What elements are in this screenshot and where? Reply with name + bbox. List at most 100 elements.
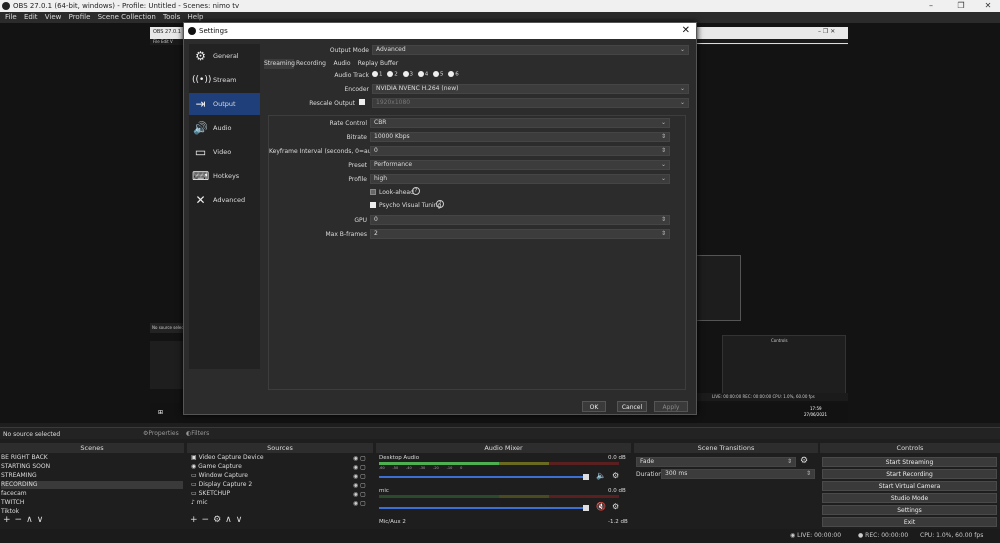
spin-arrows-icon[interactable]: ⇕ [661, 230, 666, 238]
tab-recording[interactable]: Recording [295, 59, 327, 69]
nav-output[interactable]: ⇥ Output [189, 93, 260, 115]
spin-arrows-icon[interactable]: ⇕ [661, 133, 666, 141]
bframes-spinbox[interactable]: 2 ⇕ [370, 229, 670, 239]
move-down-icon[interactable]: ∨ [236, 515, 247, 525]
tab-audio[interactable]: Audio [328, 59, 356, 69]
move-up-icon[interactable]: ∧ [26, 515, 37, 525]
minimize-button[interactable]: – [920, 0, 942, 12]
exit-button[interactable]: Exit [822, 517, 997, 527]
scene-item[interactable]: TWITCH [1, 499, 183, 507]
remove-icon[interactable]: − [202, 515, 214, 525]
scene-item[interactable]: STARTING SOON [1, 463, 183, 471]
spin-arrows-icon[interactable]: ⇕ [661, 147, 666, 155]
tab-replay-buffer[interactable]: Replay Buffer [357, 59, 399, 69]
studio-mode-button[interactable]: Studio Mode [822, 493, 997, 503]
menu-profile[interactable]: Profile [69, 12, 91, 23]
eye-icon[interactable]: ◉ ▢ [353, 499, 371, 508]
apply-button[interactable]: Apply [654, 401, 688, 412]
settings-close-button[interactable]: ✕ [682, 23, 690, 39]
menu-edit[interactable]: Edit [24, 12, 38, 23]
start-virtual-camera-button[interactable]: Start Virtual Camera [822, 481, 997, 491]
add-icon[interactable]: + [190, 515, 202, 525]
menu-view[interactable]: View [45, 12, 62, 23]
gear-icon[interactable]: ⚙ [213, 515, 225, 525]
nested-menu: File Edit V [153, 39, 173, 44]
keyframe-spinbox[interactable]: 0 ⇕ [370, 146, 670, 156]
spin-arrows-icon[interactable]: ⇕ [661, 216, 666, 224]
eye-icon[interactable]: ◉ ▢ [353, 490, 371, 499]
profile-dropdown[interactable]: high ⌄ [370, 174, 670, 184]
close-button[interactable]: ✕ [977, 0, 999, 12]
speaker-icon[interactable]: 🔈 [596, 471, 606, 480]
settings-button[interactable]: Settings [822, 505, 997, 515]
move-up-icon[interactable]: ∧ [225, 515, 236, 525]
eye-icon[interactable]: ◉ ▢ [353, 454, 371, 463]
ok-button[interactable]: OK [582, 401, 606, 412]
menu-file[interactable]: File [5, 12, 17, 23]
window-icon: ▭ [191, 490, 199, 497]
source-item[interactable]: ♪ mic [191, 499, 208, 507]
tab-streaming[interactable]: Streaming [264, 59, 295, 69]
eye-icon[interactable]: ◉ ▢ [353, 463, 371, 472]
lookahead-checkbox[interactable] [370, 189, 376, 195]
nested-title: OBS 27.0.1 [153, 29, 181, 35]
menu-tools[interactable]: Tools [163, 12, 180, 23]
nav-general[interactable]: ⚙ General [189, 45, 260, 67]
spin-arrows-icon[interactable]: ⇕ [806, 470, 811, 478]
volume-slider-handle[interactable] [583, 505, 589, 511]
radio-track-6[interactable] [448, 71, 455, 77]
nav-stream[interactable]: ((•)) Stream [189, 69, 260, 91]
gpu-spinbox[interactable]: 0 ⇕ [370, 215, 670, 225]
menu-scene-collection[interactable]: Scene Collection [98, 12, 156, 23]
scene-item[interactable]: facecam [1, 490, 183, 498]
eye-icon[interactable]: ◉ ▢ [353, 472, 371, 481]
nav-audio[interactable]: 🔊 Audio [189, 117, 260, 139]
radio-track-3[interactable] [402, 71, 409, 77]
start-streaming-button[interactable]: Start Streaming [822, 457, 997, 467]
radio-track-2[interactable] [387, 71, 394, 77]
radio-track-5[interactable] [433, 71, 439, 77]
scene-item[interactable]: STREAMING [1, 472, 183, 480]
bitrate-spinbox[interactable]: 10000 Kbps ⇕ [370, 132, 670, 142]
preset-dropdown[interactable]: Performance ⌄ [370, 160, 670, 170]
nav-hotkeys[interactable]: ⌨ Hotkeys [189, 165, 260, 187]
rescale-dropdown[interactable]: 1920x1080 ⌄ [372, 98, 689, 108]
remove-icon[interactable]: − [15, 515, 27, 525]
nav-advanced[interactable]: ✕ Advanced [189, 189, 260, 211]
volume-slider-handle[interactable] [583, 474, 589, 480]
rate-control-dropdown[interactable]: CBR ⌄ [370, 118, 670, 128]
gear-icon[interactable]: ⚙ [612, 471, 619, 480]
encoder-dropdown[interactable]: NVIDIA NVENC H.264 (new) ⌄ [372, 84, 689, 94]
help-icon[interactable]: ? [436, 200, 444, 208]
psycho-visual-checkbox[interactable] [370, 202, 376, 208]
add-icon[interactable]: + [3, 515, 15, 525]
source-item[interactable]: ▭ SKETCHUP [191, 490, 230, 498]
output-mode-dropdown[interactable]: Advanced ⌄ [372, 45, 689, 55]
start-recording-button[interactable]: Start Recording [822, 469, 997, 479]
volume-slider[interactable] [379, 507, 589, 509]
cancel-button[interactable]: Cancel [617, 401, 647, 412]
source-item[interactable]: ▭ Window Capture [191, 472, 248, 480]
gear-icon[interactable]: ⚙ [612, 502, 619, 511]
encoder-settings-group: Rate Control CBR ⌄ Bitrate 10000 Kbps ⇕ Ke… [268, 115, 686, 390]
maximize-button[interactable]: ❐ [950, 0, 972, 12]
source-item[interactable]: ◉ Game Capture [191, 463, 242, 471]
radio-track-1[interactable] [372, 71, 378, 77]
gear-icon[interactable]: ⚙ [800, 456, 808, 466]
muted-speaker-icon[interactable]: 🔇 [596, 502, 606, 511]
properties-button[interactable]: ⚙Properties [143, 430, 179, 437]
eye-icon[interactable]: ◉ ▢ [353, 481, 371, 490]
move-down-icon[interactable]: ∨ [37, 515, 48, 525]
scene-item[interactable]: RECORDING [1, 481, 183, 489]
nav-video[interactable]: ▭ Video [189, 141, 260, 163]
volume-slider[interactable] [379, 476, 589, 478]
filters-button[interactable]: ◐Filters [186, 430, 209, 437]
source-item[interactable]: ▭ Display Capture 2 [191, 481, 252, 489]
transition-type-dropdown[interactable]: Fade ⇕ [636, 457, 796, 467]
rescale-checkbox[interactable] [359, 99, 365, 105]
radio-track-4[interactable] [417, 71, 424, 77]
scene-item[interactable]: BE RIGHT BACK [1, 454, 183, 462]
source-item[interactable]: ▣ Video Capture Device [191, 454, 264, 462]
help-icon[interactable]: ? [412, 187, 420, 195]
duration-spinbox[interactable]: 300 ms ⇕ [661, 469, 815, 479]
